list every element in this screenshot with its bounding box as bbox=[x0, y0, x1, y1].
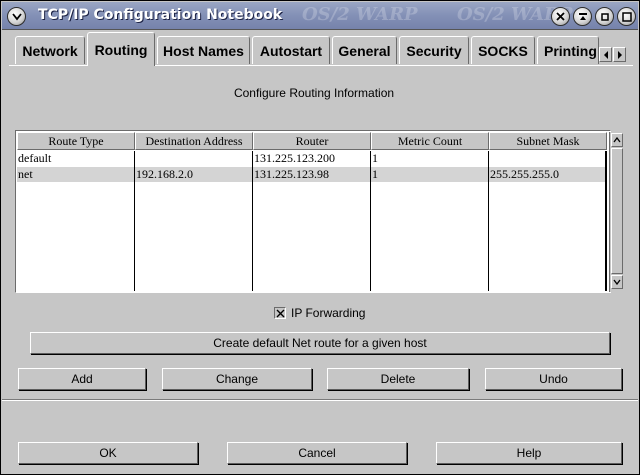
notebook-tabs: Network Routing Host Names Autostart Gen… bbox=[9, 32, 633, 66]
column-header-router[interactable]: Router bbox=[253, 132, 371, 150]
metric-cell: 1 bbox=[372, 151, 378, 165]
ip-forwarding-option[interactable]: IP Forwarding bbox=[274, 306, 365, 320]
undo-button[interactable]: Undo bbox=[485, 368, 622, 390]
column-header-route-type[interactable]: Route Type bbox=[17, 132, 135, 150]
destination-cell: 192.168.2.0 bbox=[136, 167, 193, 181]
table-header: Route Type Destination Address Router Me… bbox=[17, 132, 607, 150]
column-header-subnet[interactable]: Subnet Mask bbox=[489, 132, 607, 150]
tab-general[interactable]: General bbox=[332, 36, 397, 64]
tab-general-label: General bbox=[338, 42, 391, 59]
column-divider bbox=[488, 151, 489, 291]
tab-host-names-label: Host Names bbox=[163, 42, 244, 59]
close-icon[interactable] bbox=[551, 7, 570, 26]
column-divider bbox=[134, 151, 135, 291]
scroll-down-icon[interactable] bbox=[611, 275, 623, 289]
tab-host-names[interactable]: Host Names bbox=[157, 36, 250, 64]
routes-table[interactable]: Route Type Destination Address Router Me… bbox=[15, 130, 624, 293]
tab-routing-label: Routing bbox=[94, 41, 148, 58]
tab-security-label: Security bbox=[406, 42, 462, 59]
column-header-destination[interactable]: Destination Address bbox=[135, 132, 253, 150]
window-title: TCP/IP Configuration Notebook bbox=[38, 7, 283, 23]
metric-cell: 1 bbox=[372, 167, 378, 181]
tab-scroll-left-icon[interactable] bbox=[599, 47, 612, 62]
route-type-cell: default bbox=[18, 151, 52, 165]
separator bbox=[2, 399, 638, 401]
tab-network[interactable]: Network bbox=[15, 36, 85, 64]
route-type-cell: net bbox=[18, 167, 33, 181]
router-cell: 131.225.123.98 bbox=[254, 167, 329, 181]
subnet-cell: 255.255.255.0 bbox=[490, 167, 559, 181]
column-header-metric[interactable]: Metric Count bbox=[371, 132, 489, 150]
column-divider bbox=[370, 151, 371, 291]
table-row[interactable]: net 192.168.2.0 131.225.123.98 1 255.255… bbox=[17, 167, 605, 182]
scrollbar-thumb[interactable] bbox=[611, 148, 623, 274]
create-default-route-button[interactable]: Create default Net route for a given hos… bbox=[30, 332, 610, 354]
add-button[interactable]: Add bbox=[18, 368, 146, 390]
tcpip-notebook-window: OS/2 WARP OS/2 WARP TCP/IP Configuration… bbox=[0, 0, 640, 475]
ok-button[interactable]: OK bbox=[18, 442, 198, 464]
scroll-up-icon[interactable] bbox=[611, 133, 623, 147]
maximize-icon[interactable] bbox=[617, 7, 636, 26]
tab-socks-label: SOCKS bbox=[478, 42, 528, 59]
tab-network-label: Network bbox=[22, 42, 78, 59]
ip-forwarding-checkbox[interactable] bbox=[274, 307, 286, 319]
table-row[interactable]: default 131.225.123.200 1 bbox=[17, 151, 605, 166]
tab-scroll-right-icon[interactable] bbox=[613, 47, 626, 62]
column-divider bbox=[252, 151, 253, 291]
minimize-icon[interactable] bbox=[595, 7, 614, 26]
help-button[interactable]: Help bbox=[436, 442, 622, 464]
tab-autostart[interactable]: Autostart bbox=[252, 36, 330, 64]
table-body: default 131.225.123.200 1 net 192.168.2.… bbox=[17, 151, 605, 291]
table-scrollbar[interactable] bbox=[609, 132, 624, 292]
title-watermark: OS/2 WARP bbox=[302, 4, 418, 25]
system-menu-icon[interactable] bbox=[7, 7, 26, 26]
change-button[interactable]: Change bbox=[162, 368, 312, 390]
tab-routing[interactable]: Routing bbox=[87, 32, 155, 66]
tab-autostart-label: Autostart bbox=[259, 42, 323, 59]
subnet-cell bbox=[489, 151, 605, 166]
title-bar[interactable]: OS/2 WARP OS/2 WARP TCP/IP Configuration… bbox=[2, 2, 638, 30]
cancel-button[interactable]: Cancel bbox=[227, 442, 407, 464]
tab-socks[interactable]: SOCKS bbox=[471, 36, 535, 64]
tab-security[interactable]: Security bbox=[399, 36, 469, 64]
page-heading: Configure Routing Information bbox=[233, 86, 395, 100]
ip-forwarding-label: IP Forwarding bbox=[291, 306, 366, 320]
delete-button[interactable]: Delete bbox=[327, 368, 469, 390]
tab-printing-label: Printing bbox=[544, 42, 597, 59]
column-divider bbox=[605, 151, 607, 291]
tab-printing[interactable]: Printing bbox=[537, 36, 599, 64]
destination-cell bbox=[135, 151, 253, 166]
rollup-icon[interactable] bbox=[573, 7, 592, 26]
router-cell: 131.225.123.200 bbox=[254, 151, 335, 165]
